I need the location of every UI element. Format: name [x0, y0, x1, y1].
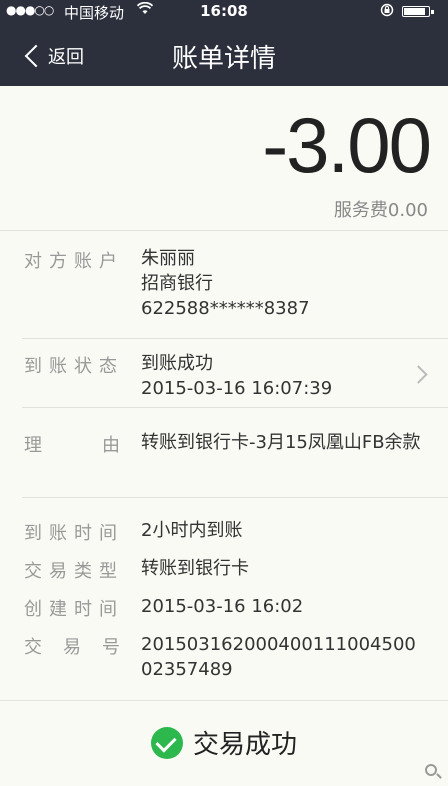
counterparty-bank: 招商银行 [141, 273, 213, 294]
divider [0, 230, 448, 231]
transaction-result: 交易成功 [0, 724, 448, 761]
arrival-time-value: 2小时内到账 [141, 520, 243, 541]
counterparty-name: 朱丽丽 [141, 248, 195, 269]
counterparty-label: 对方账户 [24, 251, 124, 272]
page-title: 账单详情 [171, 44, 276, 74]
status-bar: ●●●○○ 中国移动 16:08 [0, 0, 448, 24]
check-circle-icon [150, 726, 183, 759]
battery-icon [402, 6, 434, 17]
reason-text: 转账到银行卡-3月15凤凰山FB余款 [141, 432, 421, 453]
app-header: ●●●○○ 中国移动 16:08 返回 账单详情 [0, 0, 448, 86]
zoom-icon[interactable] [425, 764, 437, 776]
divider [22, 497, 448, 498]
arrival-status-label: 到账状态 [24, 356, 124, 377]
transaction-type-value: 转账到银行卡 [141, 558, 249, 579]
transaction-no-value: 20150316200040011100450002357489 [141, 634, 416, 680]
transaction-no-label: 交 易 号 [24, 637, 120, 658]
arrival-time-label: 到账时间 [24, 523, 124, 544]
service-fee: 服务费0.00 [333, 200, 428, 221]
transaction-type-label: 交易类型 [24, 561, 124, 582]
divider [0, 700, 448, 701]
rotation-lock-icon [380, 3, 394, 21]
arrival-status-value: 到账成功 [141, 353, 213, 374]
counterparty-card: 622588******8387 [141, 298, 310, 319]
created-time-label: 创建时间 [24, 599, 124, 620]
created-time-value: 2015-03-16 16:02 [141, 596, 304, 617]
arrival-status-time: 2015-03-16 16:07:39 [141, 378, 333, 399]
reason-label: 理 由 [24, 435, 120, 456]
arrival-status-row[interactable]: 到账状态 到账成功 2015-03-16 16:07:39 [0, 339, 448, 407]
transaction-amount: -3.00 [262, 101, 432, 189]
divider [22, 407, 448, 408]
result-text: 交易成功 [192, 730, 297, 760]
